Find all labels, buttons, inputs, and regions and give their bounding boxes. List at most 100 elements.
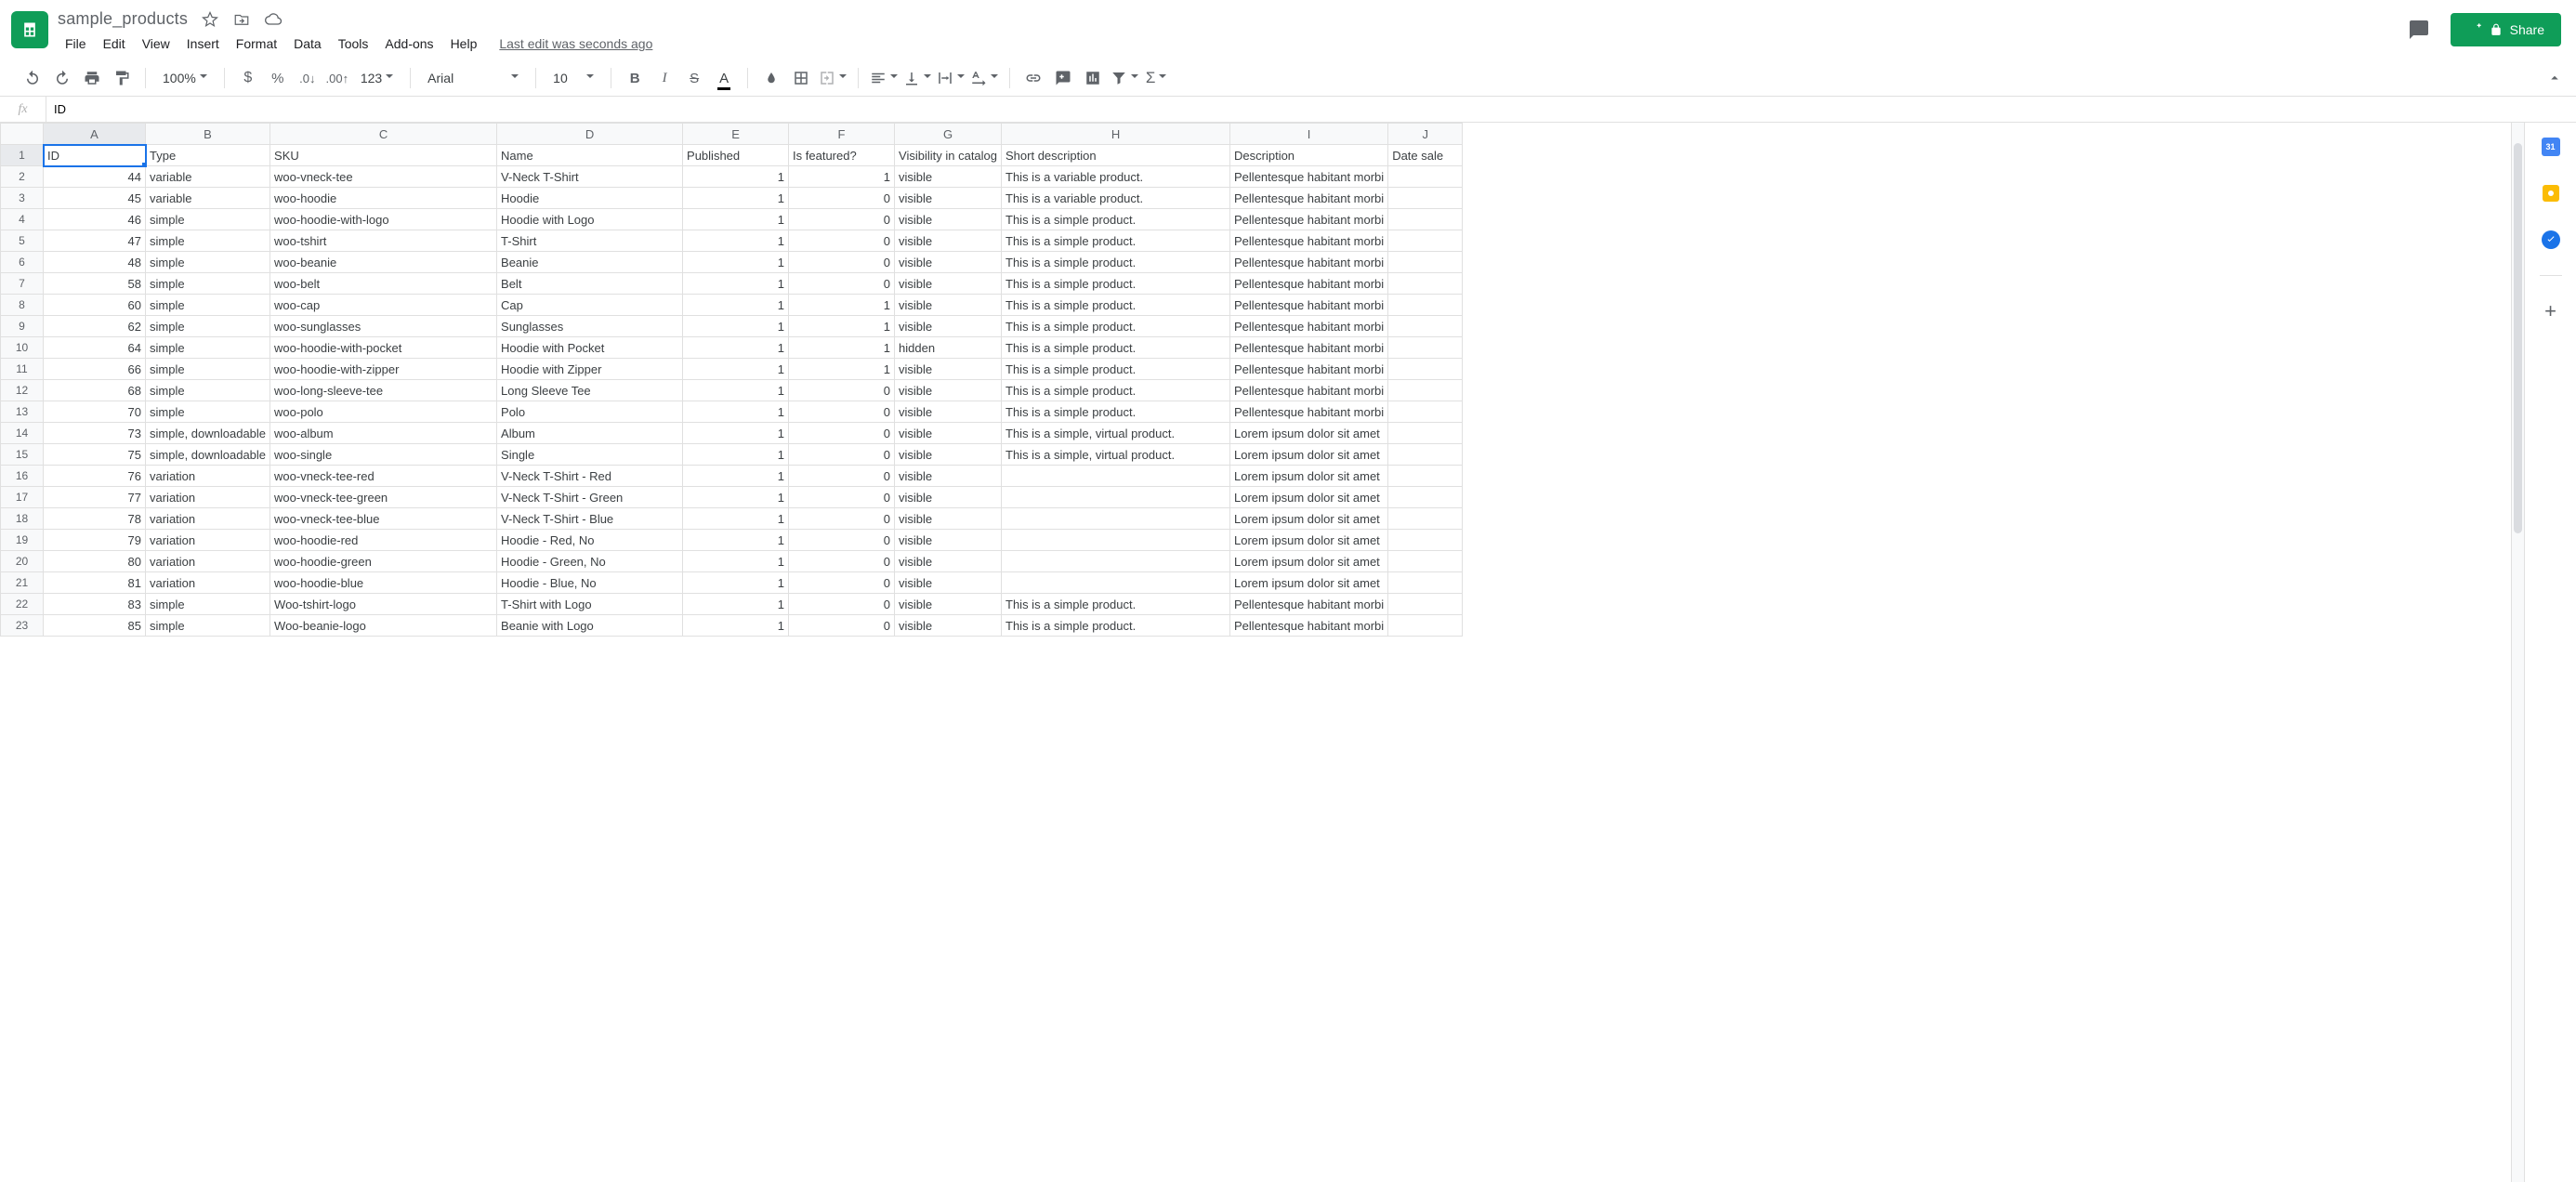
cell[interactable]: 0	[789, 188, 895, 209]
column-header-I[interactable]: I	[1230, 124, 1388, 145]
cell[interactable]: Lorem ipsum dolor sit amet	[1230, 551, 1388, 572]
cell[interactable]: simple	[146, 273, 270, 295]
cell[interactable]: woo-hoodie-with-pocket	[270, 337, 497, 359]
row-header[interactable]: 21	[1, 572, 44, 594]
cell[interactable]: woo-hoodie-with-logo	[270, 209, 497, 230]
cloud-status-icon[interactable]	[264, 10, 283, 29]
cell[interactable]: Sunglasses	[497, 316, 683, 337]
cell[interactable]: visible	[895, 209, 1002, 230]
cell[interactable]: 58	[44, 273, 146, 295]
row-header[interactable]: 2	[1, 166, 44, 188]
cell[interactable]: woo-beanie	[270, 252, 497, 273]
cell[interactable]: variation	[146, 572, 270, 594]
cell[interactable]: visible	[895, 423, 1002, 444]
cell[interactable]: Lorem ipsum dolor sit amet	[1230, 508, 1388, 530]
cell[interactable]: 73	[44, 423, 146, 444]
cell[interactable]: 0	[789, 380, 895, 401]
fx-icon[interactable]: fx	[0, 97, 46, 122]
cell[interactable]: 60	[44, 295, 146, 316]
menu-view[interactable]: View	[135, 33, 177, 55]
cell[interactable]: woo-hoodie-green	[270, 551, 497, 572]
cell[interactable]: simple	[146, 230, 270, 252]
cell[interactable]: visible	[895, 295, 1002, 316]
cell[interactable]: Date sale	[1388, 145, 1463, 166]
cell[interactable]: visible	[895, 273, 1002, 295]
cell[interactable]: This is a simple product.	[1002, 337, 1230, 359]
cell[interactable]: 1	[789, 295, 895, 316]
cell[interactable]: simple	[146, 380, 270, 401]
cell[interactable]: 45	[44, 188, 146, 209]
cell[interactable]: 0	[789, 530, 895, 551]
keep-addon-icon[interactable]	[2540, 182, 2562, 204]
cell[interactable]: Album	[497, 423, 683, 444]
cell[interactable]: Single	[497, 444, 683, 466]
menu-tools[interactable]: Tools	[331, 33, 376, 55]
cell[interactable]: Lorem ipsum dolor sit amet	[1230, 530, 1388, 551]
fill-color-button[interactable]	[759, 66, 783, 90]
cell[interactable]: visible	[895, 594, 1002, 615]
column-header-E[interactable]: E	[683, 124, 789, 145]
menu-add-ons[interactable]: Add-ons	[377, 33, 440, 55]
cell[interactable]: 1	[683, 508, 789, 530]
cell[interactable]: woo-vneck-tee-green	[270, 487, 497, 508]
cell[interactable]: 0	[789, 423, 895, 444]
cell[interactable]: 1	[683, 401, 789, 423]
cell[interactable]: 78	[44, 508, 146, 530]
cell[interactable]: Pellentesque habitant morbi	[1230, 337, 1388, 359]
cell[interactable]: woo-cap	[270, 295, 497, 316]
cell[interactable]	[1388, 252, 1463, 273]
cell[interactable]: hidden	[895, 337, 1002, 359]
cell[interactable]	[1388, 380, 1463, 401]
cell[interactable]: 83	[44, 594, 146, 615]
cell[interactable]: Visibility in catalog	[895, 145, 1002, 166]
cell[interactable]: Short description	[1002, 145, 1230, 166]
row-header[interactable]: 16	[1, 466, 44, 487]
cell[interactable]: V-Neck T-Shirt - Red	[497, 466, 683, 487]
row-header[interactable]: 18	[1, 508, 44, 530]
row-header[interactable]: 12	[1, 380, 44, 401]
cell[interactable]: 1	[789, 359, 895, 380]
cell[interactable]: Pellentesque habitant morbi	[1230, 273, 1388, 295]
cell[interactable]	[1388, 209, 1463, 230]
cell[interactable]: 1	[683, 466, 789, 487]
cell[interactable]: Belt	[497, 273, 683, 295]
cell[interactable]: 0	[789, 230, 895, 252]
cell[interactable]: 64	[44, 337, 146, 359]
collapse-toolbar-button[interactable]	[2543, 66, 2567, 90]
cell[interactable]: T-Shirt with Logo	[497, 594, 683, 615]
cell[interactable]: Hoodie with Zipper	[497, 359, 683, 380]
horizontal-align-button[interactable]	[870, 66, 898, 90]
cell[interactable]: Pellentesque habitant morbi	[1230, 380, 1388, 401]
cell[interactable]: visible	[895, 380, 1002, 401]
cell[interactable]: visible	[895, 188, 1002, 209]
cell[interactable]	[1388, 166, 1463, 188]
italic-button[interactable]: I	[652, 66, 677, 90]
cell[interactable]: 46	[44, 209, 146, 230]
functions-button[interactable]: Σ	[1144, 66, 1168, 90]
scrollbar-thumb[interactable]	[2514, 143, 2522, 533]
cell[interactable]: 66	[44, 359, 146, 380]
cell[interactable]: 70	[44, 401, 146, 423]
cell[interactable]: 1	[683, 551, 789, 572]
cell[interactable]: This is a simple product.	[1002, 401, 1230, 423]
cell[interactable]: Hoodie with Logo	[497, 209, 683, 230]
cell[interactable]: Beanie with Logo	[497, 615, 683, 637]
cell[interactable]: 1	[683, 337, 789, 359]
cell[interactable]: woo-long-sleeve-tee	[270, 380, 497, 401]
cell[interactable]: Name	[497, 145, 683, 166]
cell[interactable]: simple, downloadable	[146, 444, 270, 466]
cell[interactable]: This is a variable product.	[1002, 188, 1230, 209]
cell[interactable]	[1388, 188, 1463, 209]
cell[interactable]: 1	[683, 615, 789, 637]
cell[interactable]: 75	[44, 444, 146, 466]
cell[interactable]: woo-vneck-tee-red	[270, 466, 497, 487]
last-edit-link[interactable]: Last edit was seconds ago	[492, 33, 660, 55]
row-header[interactable]: 7	[1, 273, 44, 295]
cell[interactable]: Hoodie	[497, 188, 683, 209]
cell[interactable]: visible	[895, 551, 1002, 572]
spreadsheet-grid[interactable]: ABCDEFGHIJ 1IDTypeSKUNamePublishedIs fea…	[0, 123, 2524, 1182]
cell[interactable]: 1	[683, 530, 789, 551]
format-currency-button[interactable]: $	[236, 66, 260, 90]
cell[interactable]: 0	[789, 594, 895, 615]
cell[interactable]: T-Shirt	[497, 230, 683, 252]
